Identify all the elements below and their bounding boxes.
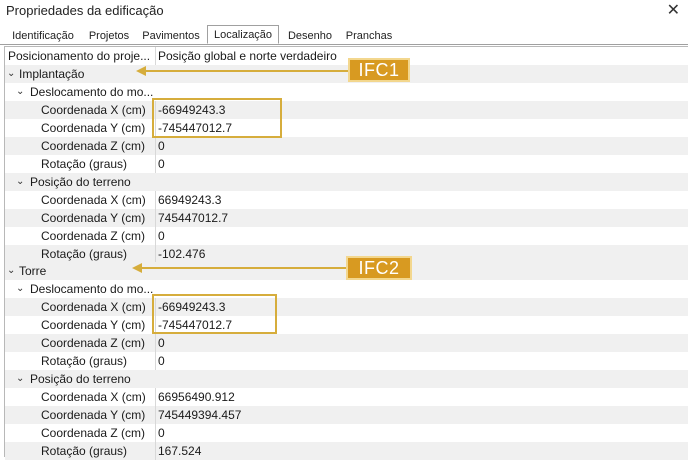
subcategory-label: Deslocamento do mo... — [30, 85, 154, 99]
highlight-box-ifc1 — [152, 98, 282, 138]
property-name: Rotação (graus) — [41, 354, 128, 368]
property-row[interactable]: Coordenada Y (cm) -745447012.7 — [5, 316, 688, 334]
subcategory-label: Posição do terreno — [30, 175, 131, 189]
property-name: Coordenada Y (cm) — [41, 408, 146, 422]
annotation-arrow-ifc1 — [146, 70, 348, 72]
property-name: Coordenada Y (cm) — [41, 121, 146, 135]
column-separator — [155, 352, 156, 370]
column-separator — [155, 137, 156, 155]
annotation-arrow-ifc2 — [142, 267, 346, 269]
property-name: Coordenada Y (cm) — [41, 211, 146, 225]
column-separator — [155, 406, 156, 424]
tab-projetos[interactable]: Projetos — [84, 28, 134, 44]
category-implantacao[interactable]: ⌄ Implantação — [5, 65, 688, 83]
column-separator — [155, 227, 156, 245]
tab-pavimentos[interactable]: Pavimentos — [140, 28, 202, 44]
subcategory-deslocamento[interactable]: ⌄ Deslocamento do mo... — [5, 83, 688, 101]
property-value[interactable]: 0 — [157, 424, 165, 442]
column-separator — [155, 388, 156, 406]
property-row[interactable]: Coordenada Z (cm) 0 — [5, 227, 688, 245]
property-name: Rotação (graus) — [41, 157, 128, 171]
property-value[interactable]: 0 — [157, 137, 165, 155]
property-name: Coordenada X (cm) — [41, 103, 146, 117]
category-label: Torre — [19, 264, 47, 278]
subcategory-terreno[interactable]: ⌄ Posição do terreno — [5, 370, 688, 388]
property-row[interactable]: Coordenada Y (cm) -745447012.7 — [5, 119, 688, 137]
column-separator — [155, 47, 156, 65]
column-separator — [155, 442, 156, 460]
property-value[interactable]: 167.524 — [157, 442, 201, 460]
property-name: Coordenada Z (cm) — [41, 336, 146, 350]
chevron-down-icon[interactable]: ⌄ — [7, 262, 15, 280]
column-separator — [155, 155, 156, 173]
property-row[interactable]: Coordenada Z (cm) 0 — [5, 424, 688, 442]
property-name: Coordenada X (cm) — [41, 300, 146, 314]
property-row[interactable]: Rotação (graus) 0 — [5, 352, 688, 370]
property-row[interactable]: Rotação (graus) 167.524 — [5, 442, 688, 460]
window-title: Propriedades da edificação — [6, 3, 164, 18]
property-value[interactable]: -102.476 — [157, 245, 205, 263]
callout-ifc2: IFC2 — [346, 256, 412, 280]
chevron-down-icon[interactable]: ⌄ — [16, 370, 24, 388]
property-row[interactable]: Coordenada Y (cm) 745449394.457 — [5, 406, 688, 424]
property-value[interactable]: 66956490.912 — [157, 388, 235, 406]
property-row[interactable]: Coordenada Z (cm) 0 — [5, 334, 688, 352]
column-separator — [155, 424, 156, 442]
chevron-down-icon[interactable]: ⌄ — [16, 83, 24, 101]
subcategory-label: Posição do terreno — [30, 372, 131, 386]
property-name: Coordenada X (cm) — [41, 193, 146, 207]
property-value[interactable]: 745449394.457 — [157, 406, 241, 424]
property-value[interactable]: 0 — [157, 352, 165, 370]
subcategory-deslocamento[interactable]: ⌄ Deslocamento do mo... — [5, 280, 688, 298]
title-bar: Propriedades da edificação ✕ — [0, 0, 688, 22]
property-row[interactable]: Coordenada X (cm) -66949243.3 — [5, 298, 688, 316]
column-separator — [155, 245, 156, 263]
close-icon[interactable]: ✕ — [667, 0, 680, 20]
property-row-positioning[interactable]: Posicionamento do proje... Posição globa… — [5, 47, 688, 65]
property-row[interactable]: Coordenada Z (cm) 0 — [5, 137, 688, 155]
property-name: Coordenada Y (cm) — [41, 318, 146, 332]
property-name: Posicionamento do proje... — [8, 49, 151, 63]
property-value[interactable]: 0 — [157, 334, 165, 352]
property-name: Coordenada Z (cm) — [41, 139, 146, 153]
tab-localizacao[interactable]: Localização — [207, 25, 279, 44]
column-separator — [155, 209, 156, 227]
property-value[interactable]: 0 — [157, 227, 165, 245]
column-separator — [155, 334, 156, 352]
chevron-down-icon[interactable]: ⌄ — [16, 280, 24, 298]
tab-bar: Identificação Projetos Pavimentos Locali… — [0, 25, 688, 45]
property-row[interactable]: Coordenada X (cm) 66956490.912 — [5, 388, 688, 406]
tab-desenho[interactable]: Desenho — [284, 28, 336, 44]
highlight-box-ifc2 — [152, 294, 277, 334]
callout-ifc1: IFC1 — [348, 58, 410, 82]
property-name: Coordenada X (cm) — [41, 390, 146, 404]
property-name: Coordenada Z (cm) — [41, 229, 146, 243]
arrow-head-icon — [132, 263, 142, 273]
property-value[interactable]: 66949243.3 — [157, 191, 221, 209]
property-name: Coordenada Z (cm) — [41, 426, 146, 440]
column-separator — [155, 191, 156, 209]
property-grid: Posicionamento do proje... Posição globa… — [4, 46, 688, 460]
subcategory-terreno[interactable]: ⌄ Posição do terreno — [5, 173, 688, 191]
property-row[interactable]: Coordenada X (cm) -66949243.3 — [5, 101, 688, 119]
property-value[interactable]: Posição global e norte verdadeiro — [157, 47, 337, 65]
property-name: Rotação (graus) — [41, 444, 128, 458]
tab-pranchas[interactable]: Pranchas — [343, 28, 395, 44]
subcategory-label: Deslocamento do mo... — [30, 282, 154, 296]
chevron-down-icon[interactable]: ⌄ — [16, 173, 24, 191]
property-value[interactable]: 0 — [157, 155, 165, 173]
property-row[interactable]: Coordenada X (cm) 66949243.3 — [5, 191, 688, 209]
category-label: Implantação — [19, 67, 85, 81]
property-name: Rotação (graus) — [41, 247, 128, 261]
property-value[interactable]: 745447012.7 — [157, 209, 228, 227]
tab-identificacao[interactable]: Identificação — [8, 28, 78, 44]
property-row[interactable]: Coordenada Y (cm) 745447012.7 — [5, 209, 688, 227]
arrow-head-icon — [136, 66, 146, 76]
chevron-down-icon[interactable]: ⌄ — [7, 65, 15, 83]
property-row[interactable]: Rotação (graus) 0 — [5, 155, 688, 173]
